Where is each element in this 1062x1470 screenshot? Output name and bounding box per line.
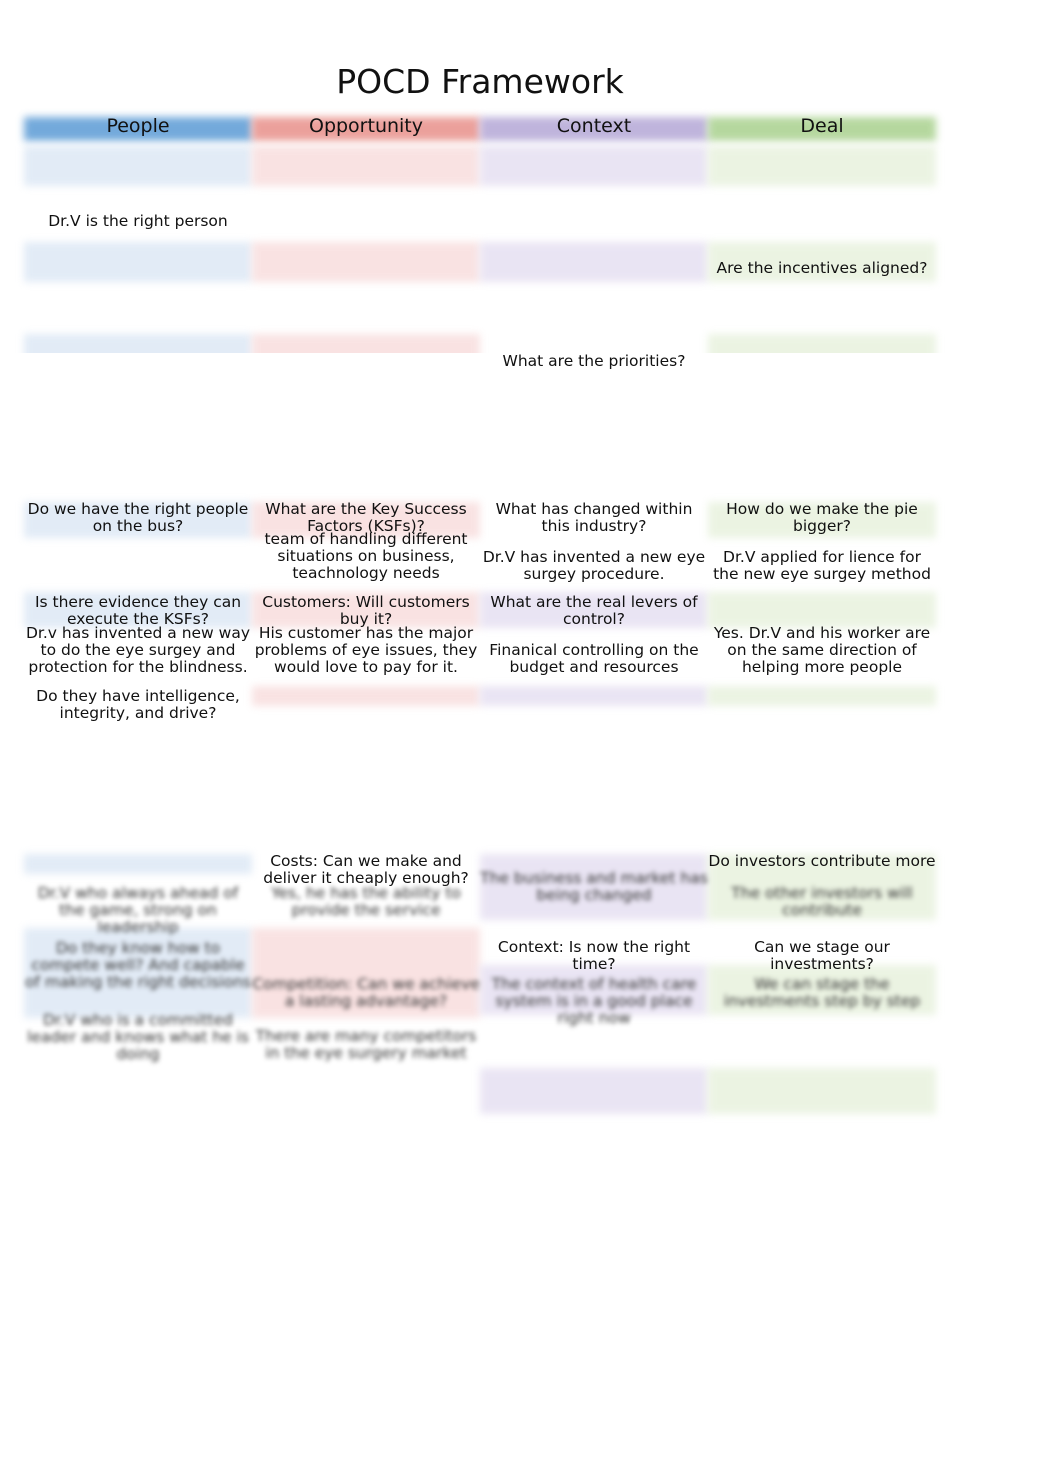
header-opportunity: Opportunity bbox=[308, 115, 424, 137]
deal-band bbox=[708, 146, 936, 186]
deal-a1: Dr.V applied for lience for the new eye … bbox=[713, 548, 931, 583]
people-band bbox=[24, 242, 252, 282]
blurred-text: We can stage the investments step by ste… bbox=[723, 975, 921, 1010]
context-band bbox=[480, 146, 708, 186]
context-band bbox=[480, 686, 708, 706]
context-q1: What has changed within this industry? bbox=[495, 500, 693, 535]
blurred-text: The other investors will contribute bbox=[731, 884, 913, 919]
opportunity-band bbox=[252, 242, 480, 282]
context-band bbox=[480, 1068, 708, 1114]
context-q4: Context: Is now the right time? bbox=[497, 938, 691, 973]
header-context: Context bbox=[556, 115, 632, 137]
opportunity-q3: Costs: Can we make and deliver it cheapl… bbox=[263, 852, 469, 887]
blurred-text: Dr.V who always ahead of the game, stron… bbox=[37, 884, 239, 936]
deal-top-text: Are the incentives aligned? bbox=[716, 259, 928, 277]
people-a2: Dr.v has invented a new way to do the ey… bbox=[25, 624, 251, 676]
deal-q3: Do investors contribute more bbox=[708, 852, 936, 870]
deal-a2: Yes. Dr.V and his worker are on the same… bbox=[713, 624, 931, 676]
deal-band bbox=[708, 592, 936, 628]
opportunity-a1: team of handling different situations on… bbox=[264, 530, 468, 582]
context-band bbox=[480, 242, 708, 282]
deal-band bbox=[708, 1068, 936, 1114]
page-gap bbox=[0, 353, 1062, 500]
header-people: People bbox=[106, 115, 170, 137]
blurred-text: Dr.V who is a committed leader and knows… bbox=[27, 1011, 249, 1063]
blurred-text: There are many competitors in the eye su… bbox=[255, 1027, 477, 1062]
deal-band bbox=[708, 686, 936, 706]
blurred-text: Do they know how to compete well? And ca… bbox=[24, 939, 251, 991]
people-q2: Is there evidence they can execute the K… bbox=[34, 593, 242, 628]
opportunity-q2: Customers: Will customers buy it? bbox=[262, 593, 470, 628]
blurred-text: The business and market has being change… bbox=[480, 869, 708, 904]
page-title: POCD Framework bbox=[336, 62, 624, 101]
context-a1: Dr.V has invented a new eye surgey proce… bbox=[482, 548, 706, 583]
deal-q1: How do we make the pie bigger? bbox=[726, 500, 918, 535]
people-q1: Do we have the right people on the bus? bbox=[27, 500, 249, 535]
blurred-text: Yes, he has the ability to provide the s… bbox=[271, 884, 461, 919]
people-q3: Do they have intelligence, integrity, an… bbox=[36, 687, 240, 722]
context-priorities: What are the priorities? bbox=[502, 352, 686, 370]
header-deal: Deal bbox=[800, 115, 844, 137]
people-band bbox=[24, 146, 252, 186]
blurred-text: Competition: Can we achieve a lasting ad… bbox=[252, 975, 480, 1010]
context-q2: What are the real levers of control? bbox=[490, 593, 698, 628]
deal-q4: Can we stage our investments? bbox=[754, 938, 890, 973]
context-a2: Finanical controlling on the budget and … bbox=[489, 641, 699, 676]
blurred-text: The context of health care system is in … bbox=[491, 975, 697, 1027]
people-top-text: Dr.V is the right person bbox=[48, 212, 228, 230]
opportunity-band bbox=[252, 686, 480, 706]
people-band bbox=[24, 854, 252, 874]
opportunity-a2: His customer has the major problems of e… bbox=[254, 624, 478, 676]
opportunity-band bbox=[252, 146, 480, 186]
